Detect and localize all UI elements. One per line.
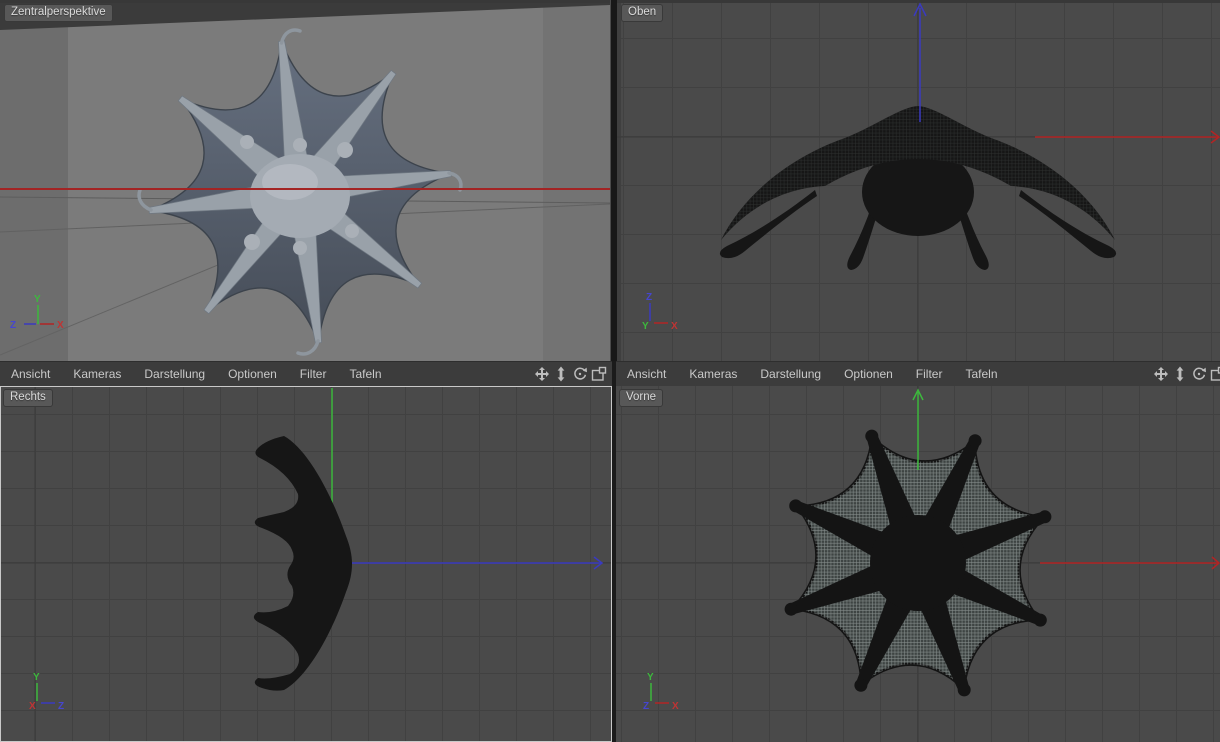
top-scene: [617, 0, 1220, 361]
menu-filter[interactable]: Filter: [916, 367, 943, 381]
toggle-viewport-icon[interactable]: [591, 366, 607, 382]
pan-view-icon[interactable]: [1153, 366, 1169, 382]
rotate-view-icon[interactable]: [572, 366, 588, 382]
viewport-label-right: Rechts: [3, 389, 53, 407]
viewport-label-top: Oben: [621, 4, 664, 22]
pan-view-icon[interactable]: [534, 366, 550, 382]
viewport-menubar-left: Ansicht Kameras Darstellung Optionen Fil…: [0, 361, 612, 386]
menu-kameras[interactable]: Kameras: [689, 367, 737, 381]
viewport-label-front: Vorne: [619, 389, 664, 407]
menu-tafeln[interactable]: Tafeln: [965, 367, 997, 381]
menu-kameras[interactable]: Kameras: [73, 367, 121, 381]
dolly-zoom-icon[interactable]: [553, 366, 569, 382]
viewport-label-perspective: Zentralperspektive: [4, 4, 113, 22]
menu-darstellung[interactable]: Darstellung: [144, 367, 205, 381]
perspective-scene: [0, 0, 610, 361]
rotate-view-icon[interactable]: [1191, 366, 1207, 382]
menu-ansicht[interactable]: Ansicht: [11, 367, 50, 381]
menu-optionen[interactable]: Optionen: [228, 367, 277, 381]
menu-darstellung[interactable]: Darstellung: [760, 367, 821, 381]
viewport-perspective[interactable]: Zentralperspektive Y Z X: [0, 0, 610, 361]
dolly-zoom-icon[interactable]: [1172, 366, 1188, 382]
menu-ansicht[interactable]: Ansicht: [627, 367, 666, 381]
viewport-menubar-right: Ansicht Kameras Darstellung Optionen Fil…: [616, 361, 1220, 386]
menu-optionen[interactable]: Optionen: [844, 367, 893, 381]
viewport-front[interactable]: Vorne Y Z X: [616, 386, 1220, 742]
menu-tafeln[interactable]: Tafeln: [349, 367, 381, 381]
menu-filter[interactable]: Filter: [300, 367, 327, 381]
toggle-viewport-icon[interactable]: [1210, 366, 1220, 382]
front-scene: [616, 386, 1220, 742]
viewport-top[interactable]: Oben Z Y X: [617, 0, 1220, 361]
viewport-right[interactable]: Rechts Y X Z: [0, 386, 612, 742]
right-scene: [0, 386, 612, 742]
c4d-four-view-layout: Zentralperspektive Y Z X Oben Z Y X Ansi…: [0, 0, 1220, 742]
